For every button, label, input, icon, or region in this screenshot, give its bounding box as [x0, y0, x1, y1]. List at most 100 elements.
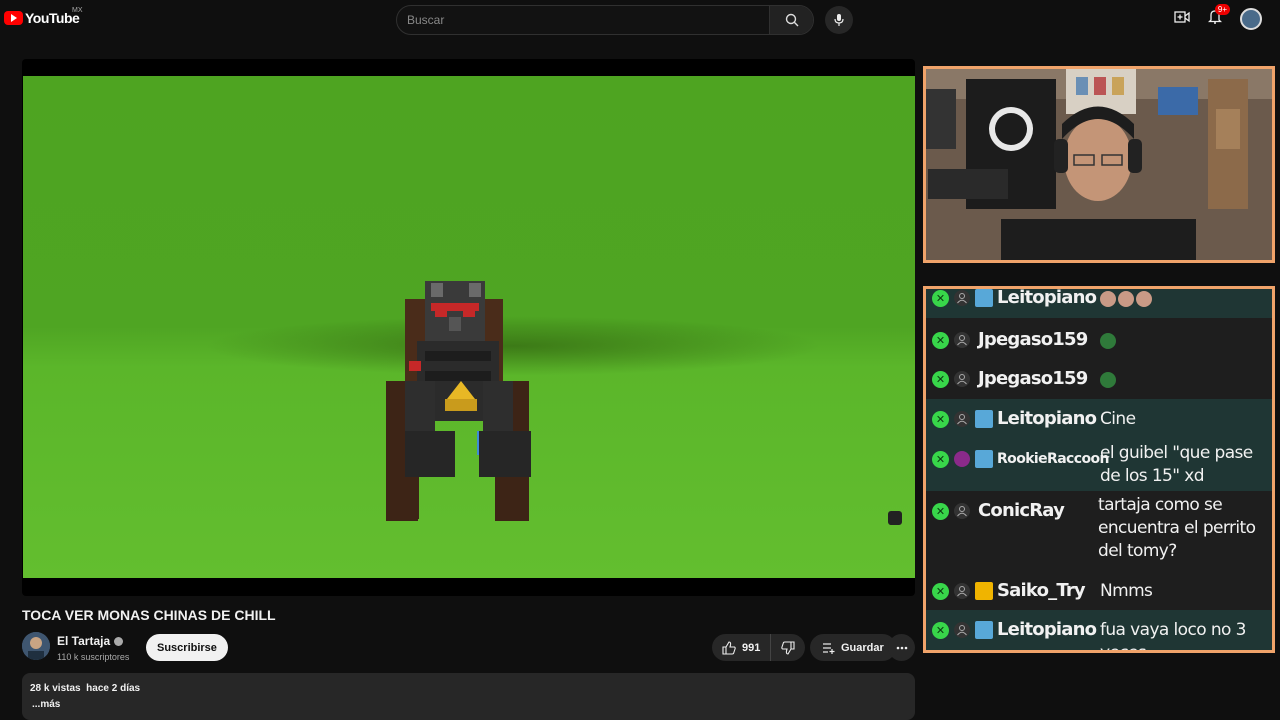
thumbs-down-icon — [781, 640, 795, 655]
more-horizontal-icon — [896, 646, 907, 649]
subscriber-badge-icon — [975, 621, 993, 639]
chat-message: ✕ Saiko_Try Nmms — [926, 571, 1272, 610]
chat-message: ✕ Leitopiano Cine — [926, 399, 1272, 439]
user-icon — [954, 411, 970, 427]
chat-text — [1098, 320, 1270, 329]
chat-emotes — [1100, 290, 1154, 308]
chat-message: ✕ Leitopiano — [926, 289, 1272, 318]
minecraft-character-figure — [386, 281, 531, 521]
user-icon — [954, 503, 970, 519]
subscriber-badge-icon — [975, 289, 993, 307]
chat-username[interactable]: Leitopiano — [997, 289, 1097, 318]
voice-search-button[interactable] — [825, 6, 853, 34]
user-icon — [954, 290, 970, 306]
search-box — [396, 5, 814, 35]
chat-badges: ✕ — [926, 359, 970, 399]
upload-date: hace 2 días — [86, 683, 141, 694]
save-label: Guardar — [841, 641, 884, 654]
chat-message: ✕ RookieRaccoon el guibel "que pase de los… — [926, 439, 1272, 491]
kick-badge-icon: ✕ — [932, 289, 949, 307]
user-icon — [954, 332, 970, 348]
chat-message: ✕ Jpegaso159 — [926, 320, 1272, 359]
chat-text: fua vaya loco no 3 veces — [1100, 620, 1246, 653]
like-button[interactable]: 991 — [712, 634, 772, 661]
chat-emotes — [1100, 332, 1118, 350]
channel-name-text: El Tartaja — [57, 634, 111, 648]
kick-badge-icon: ✕ — [932, 621, 949, 639]
user-icon — [954, 371, 970, 387]
chat-message: ✕ Jpegaso159 — [926, 359, 1272, 399]
kick-badge-icon: ✕ — [932, 410, 949, 428]
header-actions: 9+ — [1174, 4, 1262, 30]
user-icon — [954, 583, 970, 599]
chat-badges: ✕ — [926, 610, 993, 650]
chat-username[interactable]: Saiko_Try — [997, 571, 1086, 611]
user-icon — [954, 622, 970, 638]
channel-avatar[interactable] — [22, 632, 50, 660]
like-dislike-group: 991 — [712, 634, 805, 661]
webcam-overlay — [923, 66, 1275, 263]
notification-badge: 9+ — [1214, 4, 1230, 15]
create-video-icon — [1174, 10, 1190, 23]
chat-username[interactable]: Jpegaso159 — [978, 320, 1088, 360]
channel-row: El Tartaja 110 k suscriptores Suscribirs… — [22, 632, 915, 664]
channel-avatar-image — [22, 632, 50, 660]
search-input[interactable] — [397, 6, 769, 34]
kick-badge-icon: ✕ — [932, 331, 949, 349]
chat-emotes — [1100, 371, 1118, 389]
kick-badge-icon: ✕ — [932, 450, 949, 468]
like-count: 991 — [742, 641, 761, 654]
video-stats: 28 k vistas hace 2 días — [30, 683, 907, 694]
kick-badge-icon: ✕ — [932, 370, 949, 388]
subscriber-badge-icon — [975, 450, 993, 468]
account-avatar[interactable] — [1240, 8, 1262, 30]
view-count: 28 k vistas — [30, 683, 81, 694]
chat-text: el guibel "que pase de los 15" xd — [1100, 443, 1253, 486]
chat-username[interactable]: RookieRaccoon — [997, 439, 1109, 479]
chat-username[interactable]: ConicRay — [978, 491, 1065, 531]
chat-badges: ✕ — [926, 491, 970, 531]
emote-icon — [1100, 290, 1116, 307]
create-button[interactable] — [1174, 10, 1190, 29]
video-player[interactable] — [22, 59, 915, 596]
subscriber-badge-icon — [975, 410, 993, 428]
youtube-play-icon — [4, 11, 23, 25]
chat-message: ✕ ConicRay tartaja como se encuentra el pe… — [926, 491, 1272, 571]
description-box[interactable]: 28 k vistas hace 2 días ...más — [22, 673, 915, 720]
crown-badge-icon — [975, 582, 993, 600]
chat-username[interactable]: Jpegaso159 — [978, 359, 1088, 399]
emote-icon — [1118, 290, 1134, 307]
more-actions-button[interactable] — [888, 634, 915, 661]
chat-badges: ✕ — [926, 399, 993, 439]
subscriber-count: 110 k suscriptores — [57, 652, 130, 662]
show-more-link[interactable]: ...más — [32, 699, 907, 710]
chat-username[interactable]: Leitopiano — [997, 399, 1097, 439]
kick-badge-icon: ✕ — [932, 582, 949, 600]
logo-country: MX — [72, 7, 83, 14]
youtube-logo[interactable]: YouTube MX — [4, 7, 83, 26]
chat-text: tartaja como se encuentra el perrito del… — [1098, 495, 1256, 561]
chat-message: ✕ Leitopiano fua vaya loco no 3 veces — [926, 610, 1272, 650]
chat-badges: ✕ — [926, 571, 993, 611]
top-bar: YouTube MX 9+ — [0, 0, 1280, 40]
chat-text: Cine — [1100, 409, 1136, 429]
emote-icon — [1100, 371, 1116, 388]
chat-text — [1098, 359, 1270, 368]
emote-icon — [1136, 290, 1152, 307]
verified-icon — [114, 637, 124, 647]
chat-badges: ✕ — [926, 439, 993, 479]
video-frame — [23, 76, 915, 578]
chat-overlay: ✕ Leitopiano ✕ Jpegaso159 ✕ Jpegaso159 ✕ Leitop… — [923, 286, 1275, 653]
chat-badges: ✕ — [926, 320, 970, 360]
search-icon — [785, 13, 798, 27]
lock-icon — [888, 511, 902, 525]
notifications-button[interactable]: 9+ — [1207, 4, 1230, 29]
chat-text: Nmms — [1100, 581, 1153, 601]
chat-username[interactable]: Leitopiano — [997, 610, 1097, 650]
save-button[interactable]: Guardar — [810, 634, 896, 661]
search-button[interactable] — [769, 6, 813, 34]
dislike-button[interactable] — [771, 634, 805, 661]
chat-badges: ✕ — [926, 289, 993, 318]
channel-name[interactable]: El Tartaja — [57, 634, 124, 648]
subscribe-button[interactable]: Suscribirse — [146, 634, 228, 661]
